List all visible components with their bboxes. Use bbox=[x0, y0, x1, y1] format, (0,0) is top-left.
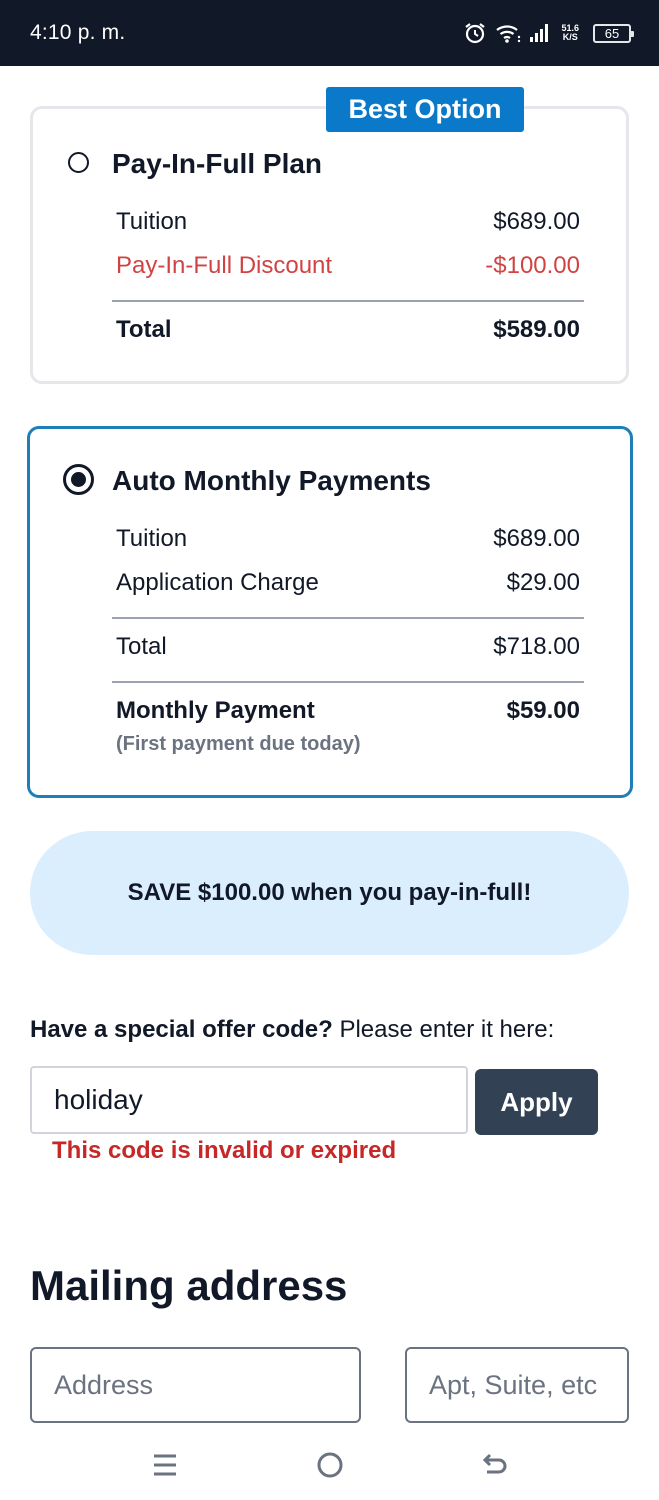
total-label: Total bbox=[116, 633, 167, 660]
system-nav-bar bbox=[0, 1428, 659, 1500]
total-amount: $718.00 bbox=[493, 633, 580, 660]
monthly-payment-label: Monthly Payment bbox=[116, 697, 315, 724]
monthly-payment-amount: $59.00 bbox=[506, 697, 580, 724]
offer-code-prompt-bold: Have a special offer code? bbox=[30, 1016, 333, 1043]
save-banner-text: SAVE $100.00 when you pay-in-full! bbox=[127, 879, 532, 906]
line-item-application-charge: Application Charge $29.00 bbox=[116, 569, 580, 597]
status-bar: 4:10 p. m. 51.6 K/S 65 bbox=[0, 0, 659, 66]
divider bbox=[112, 681, 584, 683]
total-label: Total bbox=[116, 316, 172, 343]
back-icon[interactable] bbox=[475, 1448, 515, 1482]
offer-code-error: This code is invalid or expired bbox=[52, 1137, 397, 1164]
line-item-amount: -$100.00 bbox=[485, 252, 580, 279]
total-row: Total $589.00 bbox=[116, 316, 580, 344]
total-amount: $589.00 bbox=[493, 316, 580, 343]
monthly-payment-row: Monthly Payment $59.00 bbox=[116, 697, 580, 725]
line-item-tuition: Tuition $689.00 bbox=[116, 525, 580, 553]
radio-pay-in-full[interactable] bbox=[68, 152, 89, 173]
status-time: 4:10 p. m. bbox=[30, 21, 126, 44]
line-item-amount: $689.00 bbox=[493, 525, 580, 552]
line-item-tuition: Tuition $689.00 bbox=[116, 208, 580, 236]
address-input[interactable] bbox=[30, 1347, 361, 1423]
net-speed-unit: K/S bbox=[562, 32, 578, 42]
signal-icon bbox=[529, 23, 551, 43]
home-circle-icon[interactable] bbox=[310, 1448, 350, 1482]
plan-title-auto-monthly: Auto Monthly Payments bbox=[112, 465, 431, 496]
line-item-amount: $689.00 bbox=[493, 208, 580, 235]
net-speed: 51.6 K/S bbox=[561, 24, 579, 42]
battery-level: 65 bbox=[604, 25, 620, 41]
divider bbox=[112, 617, 584, 619]
radio-auto-monthly[interactable] bbox=[63, 464, 94, 495]
menu-icon[interactable] bbox=[145, 1448, 185, 1482]
wifi-icon bbox=[495, 22, 521, 44]
status-icons: 51.6 K/S 65 bbox=[463, 21, 634, 45]
first-payment-note: (First payment due today) bbox=[116, 733, 361, 755]
divider bbox=[112, 300, 584, 302]
line-item-label: Pay-In-Full Discount bbox=[116, 252, 333, 279]
alarm-icon bbox=[463, 21, 487, 45]
apt-suite-input[interactable] bbox=[405, 1347, 629, 1423]
line-item-label: Tuition bbox=[116, 208, 188, 235]
offer-code-prompt: Have a special offer code? Please enter … bbox=[30, 1016, 554, 1044]
mailing-address-title: Mailing address bbox=[30, 1262, 348, 1309]
offer-code-prompt-rest: Please enter it here: bbox=[332, 1016, 555, 1043]
save-banner: SAVE $100.00 when you pay-in-full! bbox=[30, 831, 629, 955]
line-item-amount: $29.00 bbox=[506, 569, 580, 596]
battery-icon: 65 bbox=[593, 23, 634, 43]
apply-button[interactable]: Apply bbox=[475, 1069, 598, 1135]
offer-code-input[interactable] bbox=[30, 1066, 468, 1134]
line-item-discount: Pay-In-Full Discount -$100.00 bbox=[116, 252, 580, 280]
line-item-label: Tuition bbox=[116, 525, 188, 552]
total-row: Total $718.00 bbox=[116, 633, 580, 661]
plan-title-pay-in-full: Pay-In-Full Plan bbox=[112, 148, 323, 179]
line-item-label: Application Charge bbox=[116, 569, 319, 596]
best-option-badge: Best Option bbox=[326, 87, 524, 132]
